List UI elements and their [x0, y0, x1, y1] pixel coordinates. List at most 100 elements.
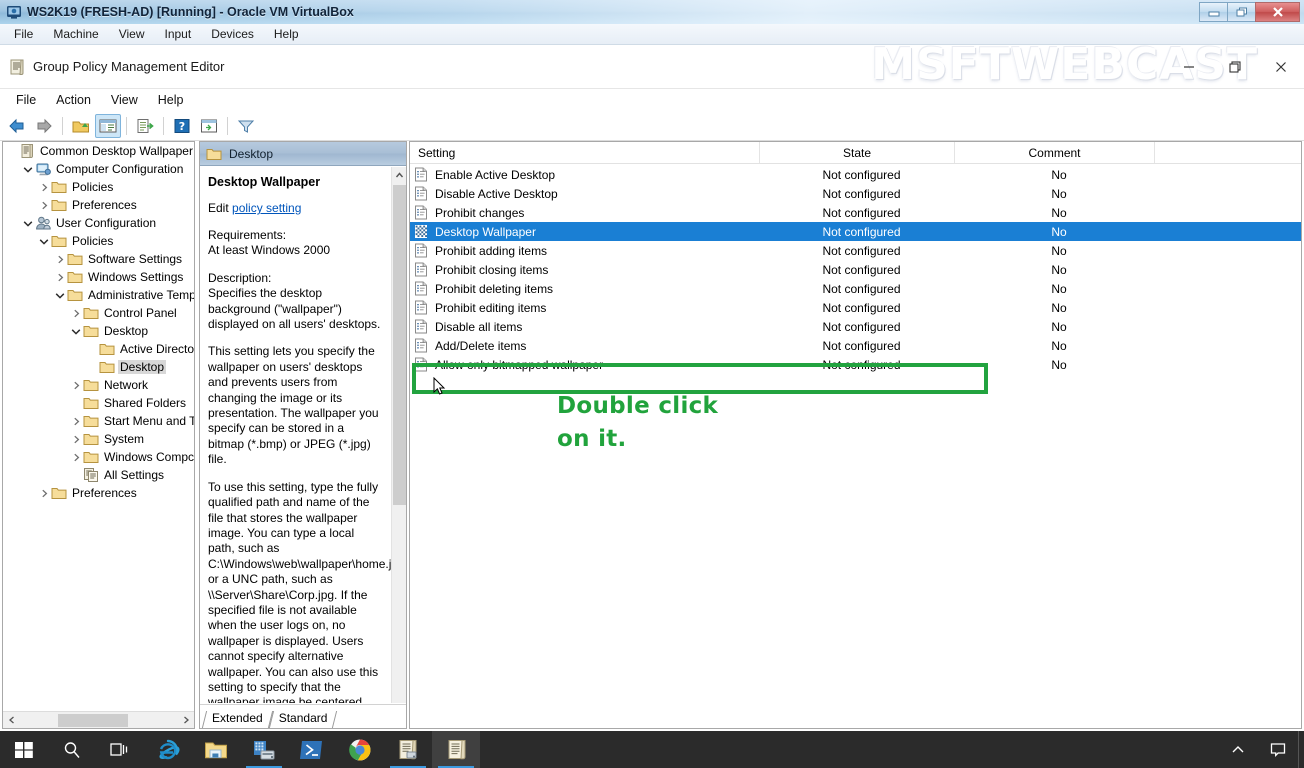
vbox-menu-view[interactable]: View: [109, 25, 155, 43]
vbox-menu-help[interactable]: Help: [264, 25, 309, 43]
help-button[interactable]: ?: [169, 114, 195, 138]
gpme-menu-help[interactable]: Help: [148, 91, 194, 109]
tab-standard[interactable]: Standard: [271, 709, 336, 728]
chevron-right-icon[interactable]: [69, 304, 83, 322]
tree-item-windows-compc[interactable]: Windows Compc: [3, 448, 194, 466]
chevron-right-icon[interactable]: [37, 178, 51, 196]
tree-item-preferences[interactable]: Preferences: [3, 196, 194, 214]
scroll-left-button[interactable]: [3, 712, 20, 729]
chevron-down-icon[interactable]: [37, 232, 51, 250]
up-one-level-button[interactable]: [68, 114, 94, 138]
table-row[interactable]: Prohibit adding itemsNot configuredNo: [410, 241, 1301, 260]
vbox-menu-file[interactable]: File: [4, 25, 43, 43]
tree-item-user-configuration[interactable]: User Configuration: [3, 214, 194, 232]
server-manager-button[interactable]: [240, 731, 288, 768]
tree-item-software-settings[interactable]: Software Settings: [3, 250, 194, 268]
gpme-button[interactable]: [432, 731, 480, 768]
tree-item-active-directo[interactable]: Active Directo: [3, 340, 194, 358]
forward-button[interactable]: [31, 114, 57, 138]
start-button[interactable]: [0, 731, 48, 768]
tree-item-desktop[interactable]: Desktop: [3, 358, 194, 376]
chevron-right-icon[interactable]: [37, 196, 51, 214]
table-row[interactable]: Desktop WallpaperNot configuredNo: [410, 222, 1301, 241]
vbox-menu-machine[interactable]: Machine: [43, 25, 108, 43]
chevron-right-icon[interactable]: [69, 448, 83, 466]
tree-item-windows-settings[interactable]: Windows Settings: [3, 268, 194, 286]
tree-item-start-menu-and-t[interactable]: Start Menu and T: [3, 412, 194, 430]
tree-item-computer-configuration[interactable]: Computer Configuration: [3, 160, 194, 178]
chrome-button[interactable]: [336, 731, 384, 768]
help-scrollbar-thumb[interactable]: [393, 185, 406, 505]
properties-button[interactable]: [196, 114, 222, 138]
table-row[interactable]: Enable Active DesktopNot configuredNo: [410, 165, 1301, 184]
gpme-menu-action[interactable]: Action: [46, 91, 101, 109]
table-row[interactable]: Prohibit deleting itemsNot configuredNo: [410, 279, 1301, 298]
chevron-right-icon[interactable]: [69, 430, 83, 448]
settings-list-pane[interactable]: Setting State Comment Enable Active Desk…: [409, 141, 1302, 729]
tree-item-preferences[interactable]: Preferences: [3, 484, 194, 502]
close-button[interactable]: [1255, 2, 1300, 22]
gpme-menu-view[interactable]: View: [101, 91, 148, 109]
tree-item-administrative-temp[interactable]: Administrative Temp: [3, 286, 194, 304]
gpmc-button[interactable]: [384, 731, 432, 768]
column-header-comment[interactable]: Comment: [955, 142, 1155, 163]
tree-item-control-panel[interactable]: Control Panel: [3, 304, 194, 322]
tree-item-common-desktop-wallpaper-gi[interactable]: Common Desktop Wallpaper GI: [3, 142, 194, 160]
table-row[interactable]: Disable all itemsNot configuredNo: [410, 317, 1301, 336]
show-hide-tree-button[interactable]: [95, 114, 121, 138]
column-header-setting[interactable]: Setting: [410, 142, 760, 163]
table-row[interactable]: Prohibit editing itemsNot configuredNo: [410, 298, 1301, 317]
show-desktop-button[interactable]: [1298, 731, 1304, 768]
chevron-right-icon[interactable]: [53, 250, 67, 268]
tree-horizontal-scrollbar[interactable]: [3, 711, 194, 728]
chevron-right-icon[interactable]: [69, 376, 83, 394]
table-row[interactable]: Allow only bitmapped wallpaperNot config…: [410, 355, 1301, 374]
tree-item-desktop[interactable]: Desktop: [3, 322, 194, 340]
navigation-tree-pane[interactable]: Common Desktop Wallpaper GIComputer Conf…: [2, 141, 195, 729]
chevron-right-icon[interactable]: [53, 268, 67, 286]
chevron-down-icon[interactable]: [53, 286, 67, 304]
chevron-right-icon[interactable]: [69, 412, 83, 430]
tree-item-network[interactable]: Network: [3, 376, 194, 394]
back-button[interactable]: [4, 114, 30, 138]
scrollbar-thumb[interactable]: [58, 714, 128, 727]
table-row[interactable]: Disable Active DesktopNot configuredNo: [410, 184, 1301, 203]
tree-item-system[interactable]: System: [3, 430, 194, 448]
tree-item-shared-folders[interactable]: Shared Folders: [3, 394, 194, 412]
chevron-right-icon[interactable]: [37, 484, 51, 502]
help-vertical-scrollbar[interactable]: [391, 167, 406, 703]
policy-setting-link[interactable]: policy setting: [232, 201, 301, 215]
file-explorer-button[interactable]: [192, 731, 240, 768]
search-button[interactable]: [48, 731, 96, 768]
chevron-down-icon[interactable]: [21, 214, 35, 232]
gpme-minimize-button[interactable]: [1166, 45, 1212, 89]
gpme-close-button[interactable]: [1258, 45, 1304, 89]
tree-item-policies[interactable]: Policies: [3, 232, 194, 250]
scrollbar-track[interactable]: [20, 712, 177, 729]
tree-item-all-settings[interactable]: All Settings: [3, 466, 194, 484]
scroll-right-button[interactable]: [177, 712, 194, 729]
vbox-menu-devices[interactable]: Devices: [201, 25, 264, 43]
notification-icon[interactable]: [1258, 731, 1298, 768]
chevron-down-icon[interactable]: [69, 322, 83, 340]
policy-setting-icon: [414, 281, 430, 297]
gpme-menu-file[interactable]: File: [6, 91, 46, 109]
internet-explorer-button[interactable]: [144, 731, 192, 768]
table-row[interactable]: Prohibit changesNot configuredNo: [410, 203, 1301, 222]
filter-button[interactable]: [233, 114, 259, 138]
chevron-up-icon[interactable]: [1218, 731, 1258, 768]
tree-item-policies[interactable]: Policies: [3, 178, 194, 196]
minimize-button[interactable]: [1199, 2, 1228, 22]
vbox-menu-input[interactable]: Input: [155, 25, 202, 43]
table-row[interactable]: Add/Delete itemsNot configuredNo: [410, 336, 1301, 355]
powershell-button[interactable]: [288, 731, 336, 768]
column-header-state[interactable]: State: [760, 142, 955, 163]
scroll-up-button[interactable]: [392, 167, 407, 183]
export-list-button[interactable]: [132, 114, 158, 138]
task-view-button[interactable]: [96, 731, 144, 768]
tab-extended[interactable]: Extended: [204, 709, 271, 728]
restore-button[interactable]: [1227, 2, 1256, 22]
table-row[interactable]: Prohibit closing itemsNot configuredNo: [410, 260, 1301, 279]
chevron-down-icon[interactable]: [21, 160, 35, 178]
gpme-restore-button[interactable]: [1212, 45, 1258, 89]
